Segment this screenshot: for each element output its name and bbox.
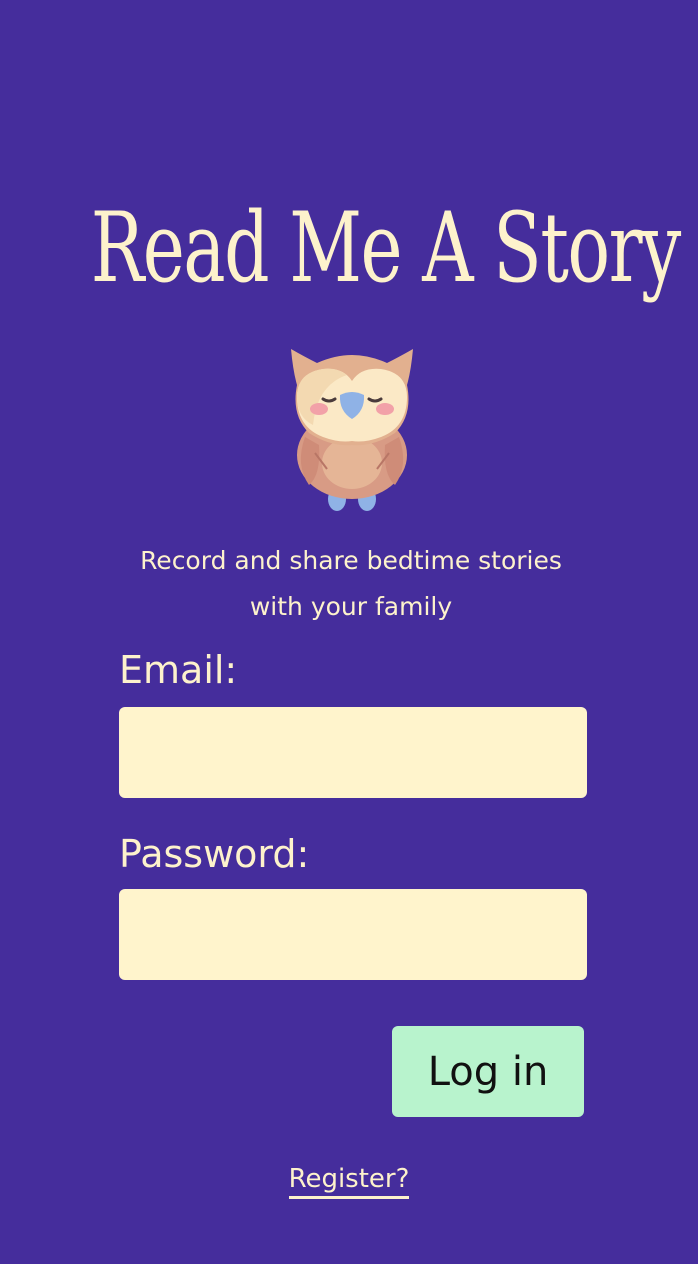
password-label: Password:: [119, 832, 310, 876]
login-button[interactable]: Log in: [392, 1026, 584, 1117]
email-field[interactable]: [119, 707, 587, 798]
tagline: Record and share bedtime stories with yo…: [100, 538, 602, 630]
tagline-line-2: with your family: [249, 592, 453, 621]
register-container: Register?: [0, 1164, 698, 1199]
owl-icon: [291, 349, 413, 511]
password-field[interactable]: [119, 889, 587, 980]
email-label: Email:: [119, 648, 238, 692]
register-link[interactable]: Register?: [288, 1164, 410, 1199]
tagline-line-1: Record and share bedtime stories: [140, 546, 562, 575]
app-title: Read Me A Story: [90, 192, 682, 304]
